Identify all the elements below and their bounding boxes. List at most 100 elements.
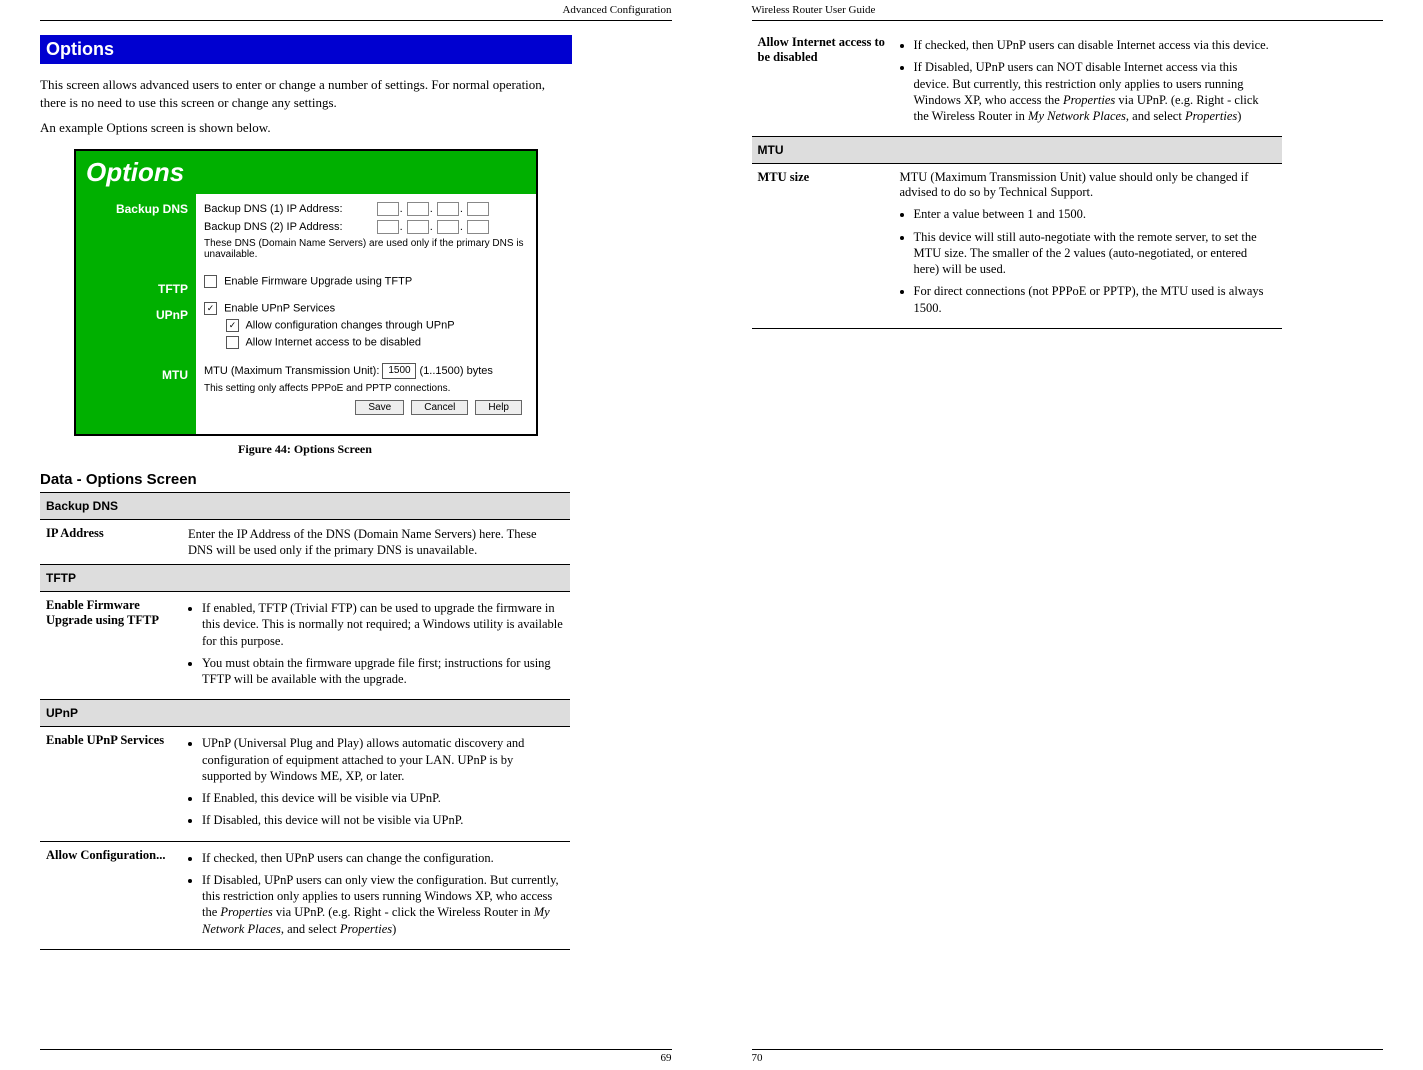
list-item: This device will still auto-negotiate wi… [914,229,1276,278]
ss-tftp-label: Enable Firmware Upgrade using TFTP [224,275,412,287]
figure-caption: Figure 44: Options Screen [40,442,570,457]
table-row: Enable UPnP Services UPnP (Universal Plu… [40,727,570,841]
ss-title: Options [76,151,536,194]
ss-side-mtu: MTU [76,326,196,386]
list-item: UPnP (Universal Plug and Play) allows au… [202,735,564,784]
ip-octet[interactable] [437,220,459,234]
page-number-left: 69 [40,1052,672,1064]
header-right-page: Wireless Router User Guide [752,0,1384,18]
section-title: Options [40,35,572,64]
ss-mtu-note: This setting only affects PPPoE and PPTP… [204,383,528,395]
list-item: If Disabled, this device will not be vis… [202,812,564,828]
save-button[interactable]: Save [355,400,404,415]
table-row: MTU size MTU (Maximum Transmission Unit)… [752,164,1282,329]
row-desc-inet: If checked, then UPnP users can disable … [894,35,1282,137]
row-label-inet: Allow Internet access to be disabled [752,35,894,137]
ss-upnp-enable-label: Enable UPnP Services [224,302,335,314]
row-desc-upnp-cfg: If checked, then UPnP users can change t… [182,841,570,949]
data-table-left: Backup DNS IP Address Enter the IP Addre… [40,492,570,950]
mtu-top-text: MTU (Maximum Transmission Unit) value sh… [900,170,1276,200]
document-spread: Advanced Configuration Options This scre… [0,0,1423,1070]
table-row: Backup DNS [40,492,570,519]
list-item: For direct connections (not PPPoE or PPT… [914,283,1276,316]
row-label-tftp: Enable Firmware Upgrade using TFTP [40,592,182,700]
intro-paragraph-2: An example Options screen is shown below… [40,119,570,137]
ss-dns1-label: Backup DNS (1) IP Address: [204,203,343,215]
ss-mtu-row: MTU (Maximum Transmission Unit): 1500 (1… [204,361,528,381]
cancel-button[interactable]: Cancel [411,400,468,415]
ss-side-backup-dns: Backup DNS [76,194,196,220]
list-item: If checked, then UPnP users can change t… [202,850,564,866]
page-left: Advanced Configuration Options This scre… [0,0,712,1070]
row-label-mtu: MTU size [752,164,894,329]
category-mtu: MTU [752,137,1282,164]
list-item: You must obtain the firmware upgrade fil… [202,655,564,688]
row-desc-mtu: MTU (Maximum Transmission Unit) value sh… [894,164,1282,329]
page-number-right: 70 [752,1052,1384,1064]
ss-upnp-enable-row: Enable UPnP Services [204,300,528,317]
row-desc-ip: Enter the IP Address of the DNS (Domain … [182,519,570,565]
ss-main: Backup DNS (1) IP Address: . . . Backup … [196,194,536,434]
table-row: Allow Internet access to be disabled If … [752,35,1282,137]
help-button[interactable]: Help [475,400,522,415]
page-right: Wireless Router User Guide Allow Interne… [712,0,1423,1070]
ss-upnp-cfg-label: Allow configuration changes through UPnP [245,319,454,331]
list-item: If checked, then UPnP users can disable … [914,37,1276,53]
header-rule [40,20,672,21]
table-row: UPnP [40,700,570,727]
list-item: If Disabled, UPnP users can only view th… [202,872,564,937]
ss-button-row: Save Cancel Help [204,394,528,419]
ss-mtu-pre: MTU (Maximum Transmission Unit): [204,365,379,377]
page-footer-left: 69 [40,1049,672,1064]
ss-dns1-row: Backup DNS (1) IP Address: . . . [204,200,528,218]
list-item: If Enabled, this device will be visible … [202,790,564,806]
table-row: MTU [752,137,1282,164]
checkbox-icon[interactable] [204,275,217,288]
data-table-right: Allow Internet access to be disabled If … [752,35,1282,329]
table-row: Enable Firmware Upgrade using TFTP If en… [40,592,570,700]
ss-sidebar: Backup DNS TFTP UPnP MTU [76,194,196,434]
header-left-page: Advanced Configuration [40,0,672,18]
table-row: Allow Configuration... If checked, then … [40,841,570,949]
header-rule [752,20,1384,21]
mtu-input[interactable]: 1500 [382,363,416,379]
checkbox-icon[interactable] [204,302,217,315]
row-desc-tftp: If enabled, TFTP (Trivial FTP) can be us… [182,592,570,700]
intro-paragraph-1: This screen allows advanced users to ent… [40,76,570,111]
category-backup-dns: Backup DNS [40,492,570,519]
ss-dns2-label: Backup DNS (2) IP Address: [204,221,343,233]
row-label-upnp-enable: Enable UPnP Services [40,727,182,841]
list-item: Enter a value between 1 and 1500. [914,206,1276,222]
ip-octet[interactable] [407,202,429,216]
list-item: If Disabled, UPnP users can NOT disable … [914,59,1276,124]
options-screenshot: Options Backup DNS TFTP UPnP MTU Backup … [74,149,538,436]
ss-side-upnp: UPnP [76,300,196,326]
ip-octet[interactable] [407,220,429,234]
checkbox-icon[interactable] [226,319,239,332]
ss-tftp-row: Enable Firmware Upgrade using TFTP [204,273,528,290]
page-footer-right: 70 [752,1049,1384,1064]
data-heading: Data - Options Screen [40,471,672,488]
ip-octet[interactable] [467,202,489,216]
list-item: If enabled, TFTP (Trivial FTP) can be us… [202,600,564,649]
table-row: TFTP [40,565,570,592]
row-desc-upnp-enable: UPnP (Universal Plug and Play) allows au… [182,727,570,841]
ss-body: Backup DNS TFTP UPnP MTU Backup DNS (1) … [76,194,536,434]
ip-octet[interactable] [437,202,459,216]
row-label-upnp-cfg: Allow Configuration... [40,841,182,949]
category-tftp: TFTP [40,565,570,592]
checkbox-icon[interactable] [226,336,239,349]
ss-mtu-post: (1..1500) bytes [420,365,493,377]
ss-upnp-inet-label: Allow Internet access to be disabled [245,336,421,348]
category-upnp: UPnP [40,700,570,727]
ip-octet[interactable] [377,220,399,234]
ss-side-tftp: TFTP [76,220,196,300]
ss-upnp-cfg-row: Allow configuration changes through UPnP [204,317,528,334]
ss-upnp-inet-row: Allow Internet access to be disabled [204,334,528,351]
ip-octet[interactable] [467,220,489,234]
row-label-ip: IP Address [40,519,182,565]
ss-dns2-row: Backup DNS (2) IP Address: . . . [204,218,528,236]
ip-octet[interactable] [377,202,399,216]
table-row: IP Address Enter the IP Address of the D… [40,519,570,565]
ss-dns-note: These DNS (Domain Name Servers) are used… [204,238,528,261]
